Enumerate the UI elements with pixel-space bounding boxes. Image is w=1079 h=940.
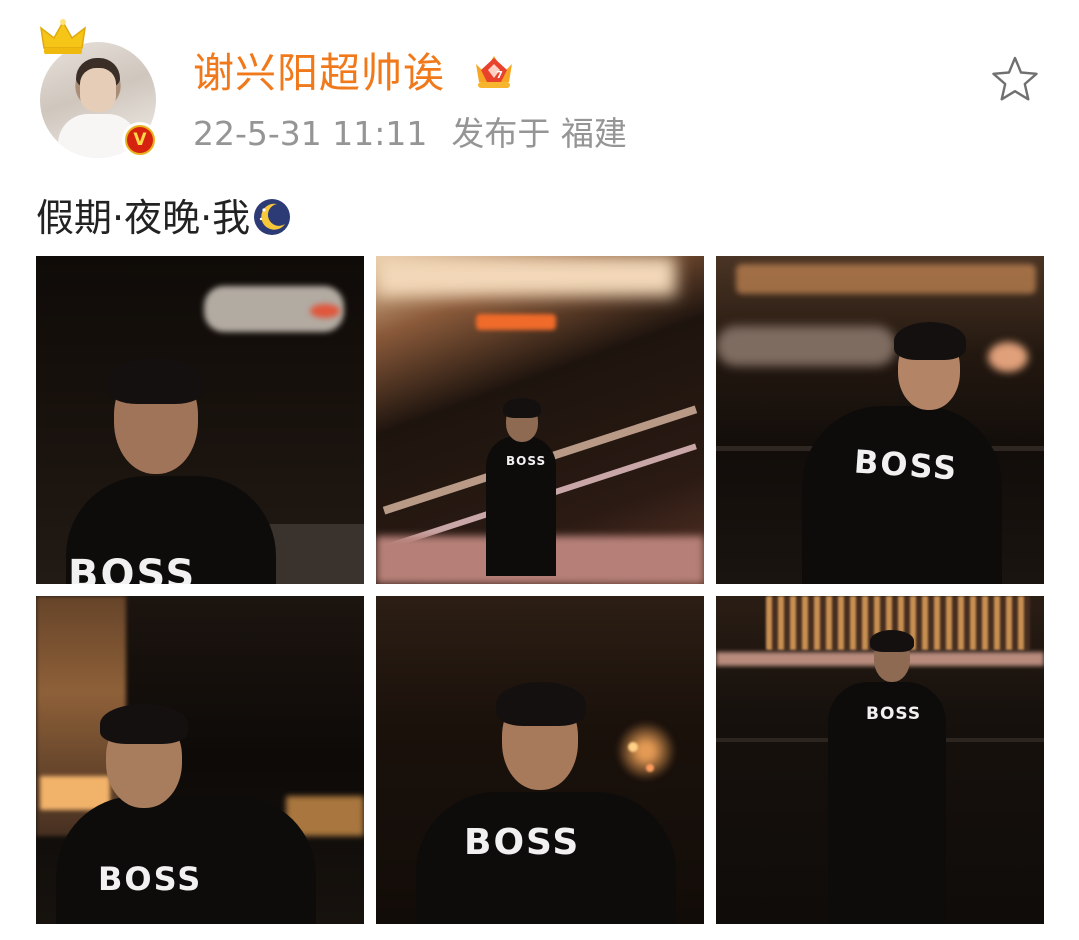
post-text-content: 假期·夜晚·我: [36, 196, 251, 240]
photo-2[interactable]: BOSS: [376, 256, 704, 584]
photo-6-logo: BOSS: [866, 704, 922, 724]
post-location: 发布于 福建: [451, 114, 627, 153]
svg-text:7: 7: [496, 70, 503, 81]
photo-3-logo: BOSS: [852, 442, 960, 488]
photo-4-logo: BOSS: [98, 860, 203, 898]
photo-3[interactable]: BOSS: [716, 256, 1044, 584]
photo-1[interactable]: BOSS: [36, 256, 364, 584]
photo-1-logo: BOSS: [68, 552, 197, 584]
crown-icon: [39, 19, 87, 54]
post-timestamp: 22-5-31 11:11: [193, 114, 428, 153]
star-icon[interactable]: [990, 54, 1040, 104]
post-meta: 22-5-31 11:11 发布于 福建: [193, 112, 627, 156]
moon-emoji: [254, 199, 291, 235]
post-text: 假期·夜晚·我: [36, 192, 292, 244]
avatar-container[interactable]: V: [38, 18, 168, 158]
author-name[interactable]: 谢兴阳超帅诶: [193, 48, 445, 98]
photo-5[interactable]: BOSS: [376, 596, 704, 924]
verified-badge-icon: V: [122, 122, 158, 158]
vip-crown-icon[interactable]: 7: [470, 46, 518, 94]
photo-5-logo: BOSS: [464, 822, 581, 863]
photo-grid: BOSS BOSS BOSS BOSS BOSS BOSS: [36, 256, 1044, 924]
photo-4[interactable]: BOSS: [36, 596, 364, 924]
post-header: V 谢兴阳超帅诶 7 22-5-31 11:11 发布于 福建: [0, 0, 1079, 180]
photo-6[interactable]: BOSS: [716, 596, 1044, 924]
photo-2-logo: BOSS: [506, 454, 547, 468]
